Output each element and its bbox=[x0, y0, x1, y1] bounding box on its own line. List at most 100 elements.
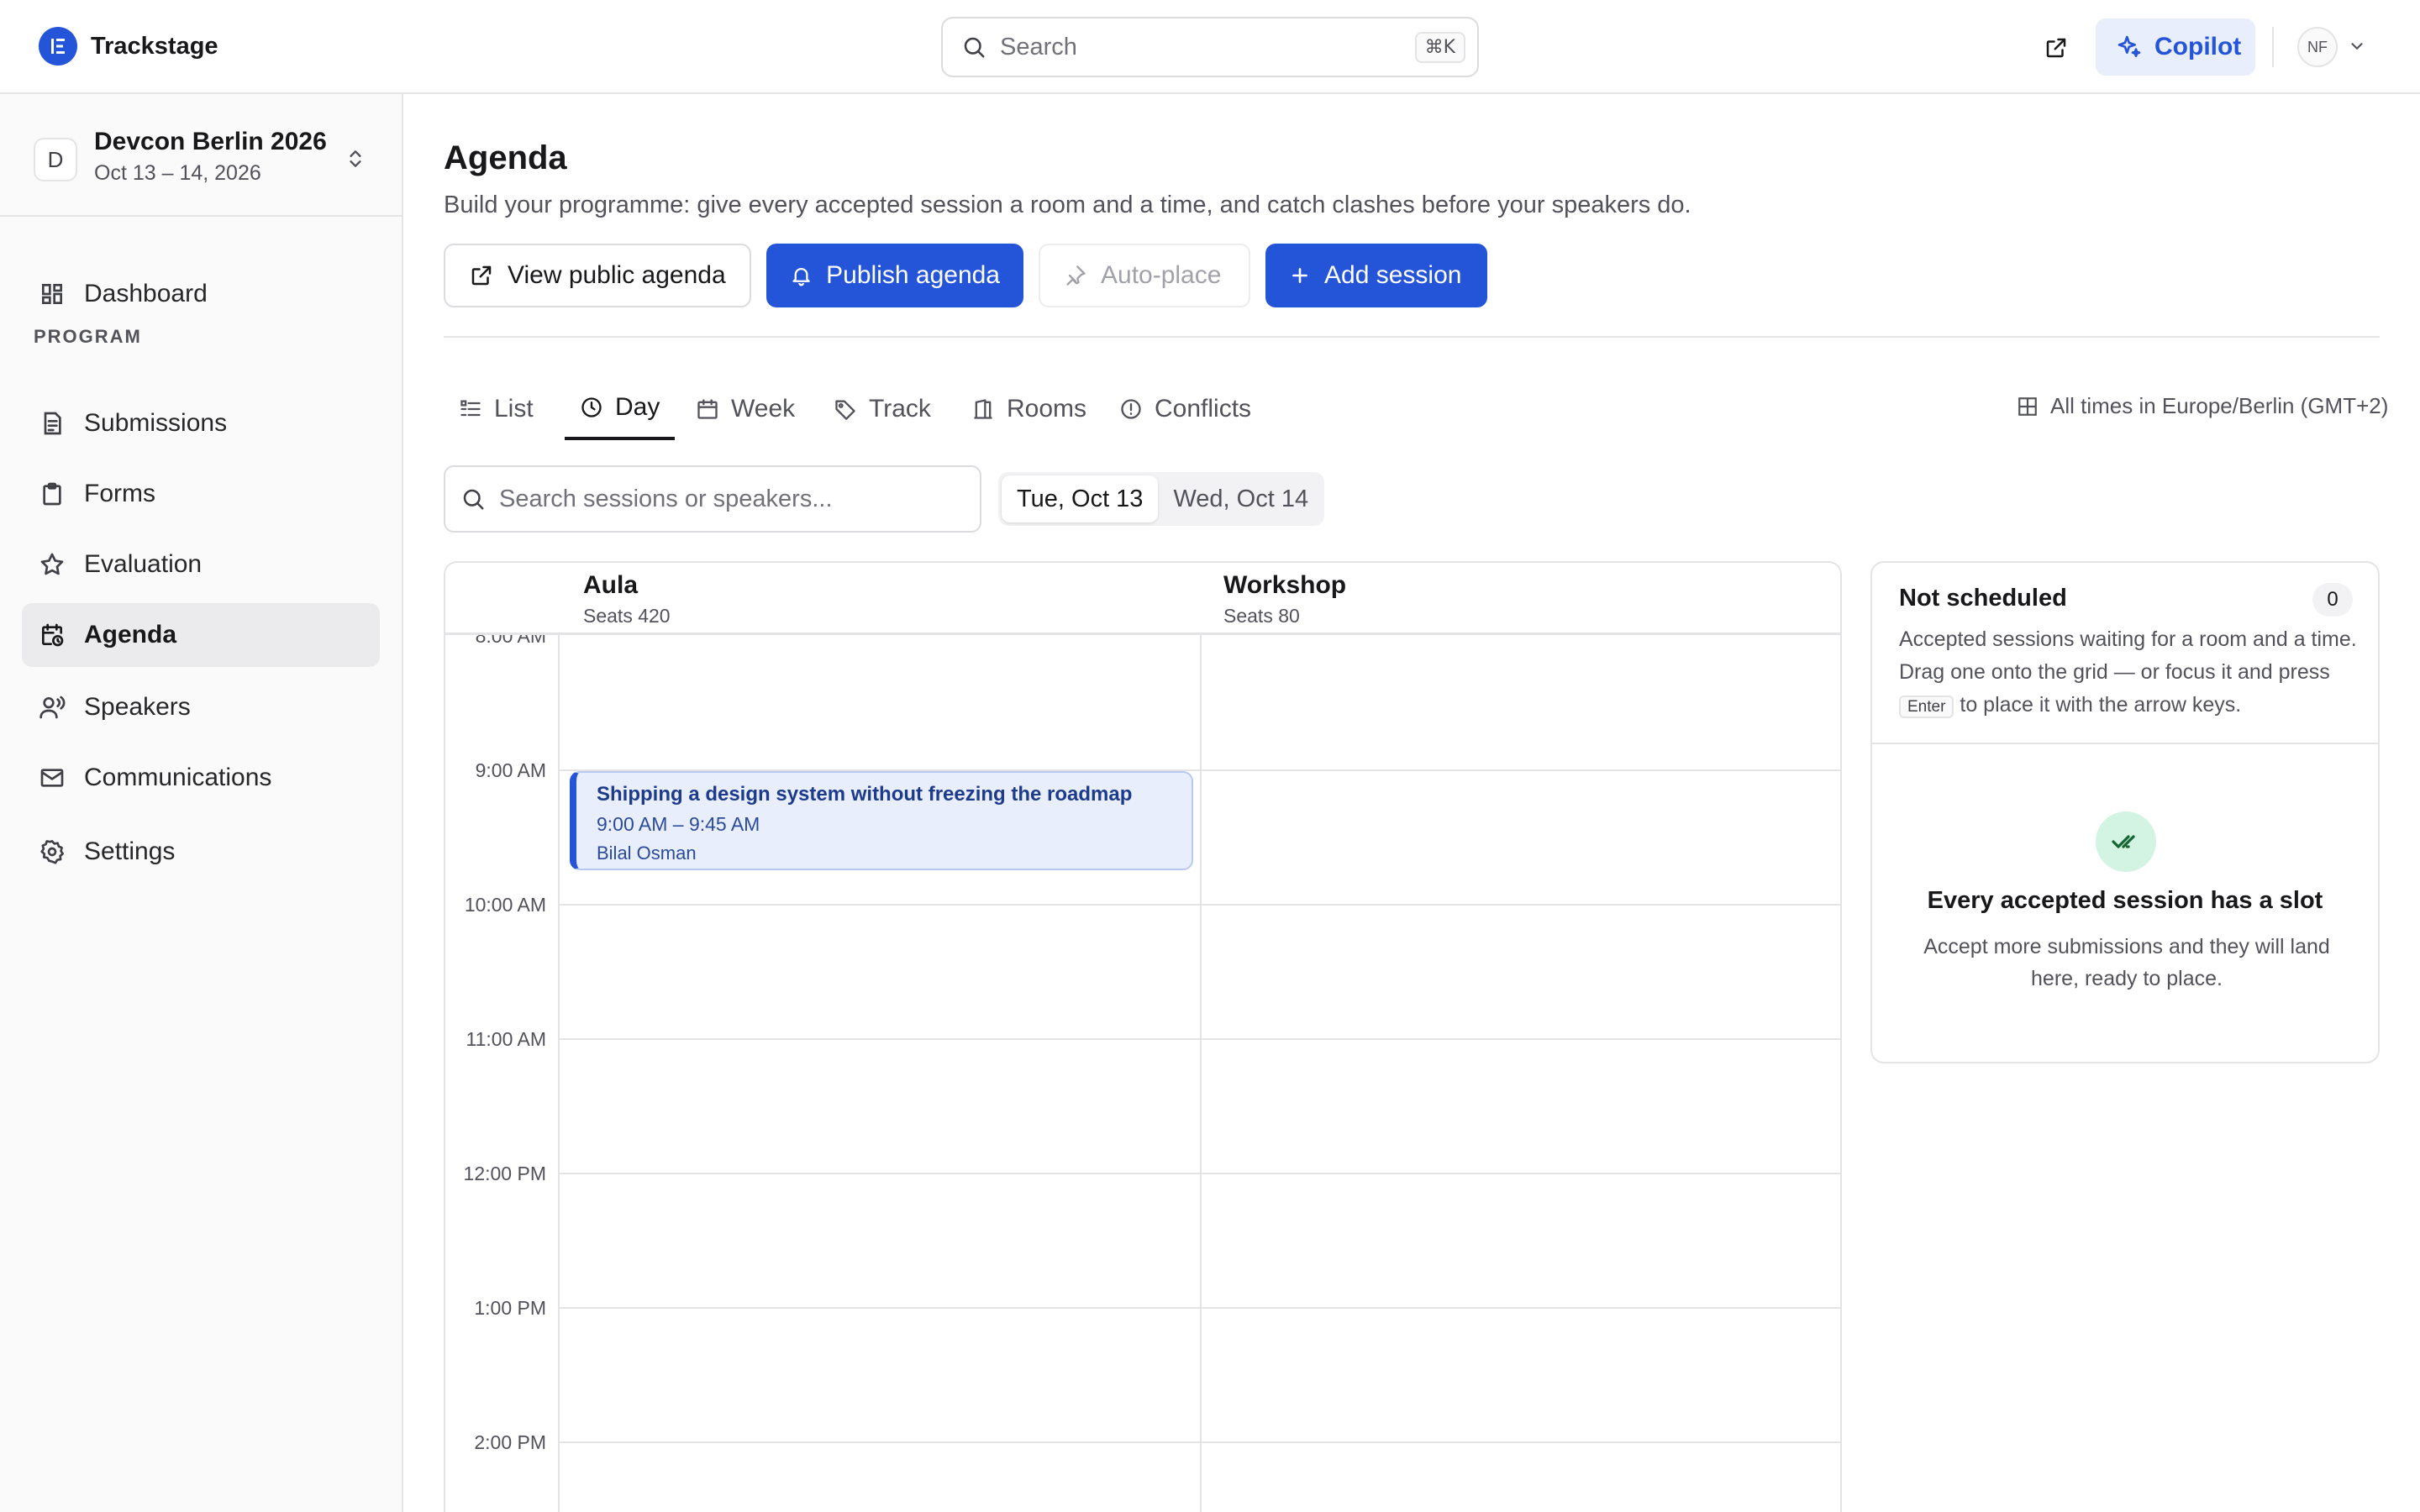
view-public-agenda-button[interactable]: View public agenda bbox=[444, 244, 751, 307]
sidebar: D Devcon Berlin 2026 Oct 13 – 14, 2026 D… bbox=[0, 94, 403, 1512]
user-avatar[interactable]: NF bbox=[2297, 27, 2338, 67]
plus-icon bbox=[1292, 268, 1307, 283]
app-name: Trackstage bbox=[91, 32, 218, 60]
sidebar-item-evaluation[interactable]: Evaluation bbox=[22, 533, 380, 596]
clipboard-icon bbox=[43, 482, 61, 506]
sidebar-item-submissions[interactable]: Submissions bbox=[22, 391, 380, 455]
sidebar-item-label: Submissions bbox=[84, 409, 228, 437]
all-scheduled-badge bbox=[2096, 811, 2156, 872]
publish-agenda-button[interactable]: Publish agenda bbox=[766, 244, 1023, 307]
tab-label: Conflicts bbox=[1155, 395, 1252, 423]
copilot-button[interactable]: Copilot bbox=[2096, 18, 2255, 76]
sidebar-item-agenda[interactable]: Agenda bbox=[22, 603, 380, 667]
tab-label: Track bbox=[869, 395, 931, 423]
sidebar-item-label: Communications bbox=[84, 764, 272, 791]
search-shortcut: ⌘K bbox=[1414, 31, 1465, 63]
button-label: Auto-place bbox=[1101, 261, 1222, 289]
sparkles-icon bbox=[2118, 35, 2141, 57]
panel-title: Not scheduled bbox=[1899, 585, 2067, 612]
sidebar-item-dashboard[interactable]: Dashboard bbox=[22, 262, 380, 326]
time-column-divider bbox=[558, 563, 560, 1512]
empty-state-title: Every accepted session has a slot bbox=[1927, 887, 2323, 914]
sidebar-item-forms[interactable]: Forms bbox=[22, 462, 380, 526]
timezone-note: All times in Europe/Berlin (GMT+2) bbox=[2017, 393, 2388, 419]
chevron-down-icon[interactable] bbox=[2348, 37, 2366, 55]
session-time: 9:00 AM – 9:45 AM bbox=[597, 813, 760, 835]
unscheduled-count-badge: 0 bbox=[2312, 583, 2353, 617]
session-card[interactable]: Shipping a design system without freezin… bbox=[570, 771, 1193, 870]
divider bbox=[444, 336, 2380, 338]
event-name: Devcon Berlin 2026 bbox=[94, 128, 327, 155]
button-label: Publish agenda bbox=[826, 261, 1000, 289]
nav-section-heading: PROGRAM bbox=[34, 326, 142, 347]
tab-rooms[interactable]: Rooms bbox=[956, 378, 1102, 440]
sidebar-item-label: Forms bbox=[84, 480, 155, 507]
button-label: Add session bbox=[1324, 261, 1462, 289]
divider bbox=[0, 215, 402, 217]
tab-day[interactable]: Day bbox=[565, 378, 676, 440]
room-header-workshop: Workshop Seats 80 bbox=[1202, 563, 1840, 635]
sidebar-item-label: Dashboard bbox=[84, 280, 208, 307]
button-label: View public agenda bbox=[508, 261, 726, 289]
day-option-tue[interactable]: Tue, Oct 13 bbox=[1002, 475, 1159, 522]
session-search-input[interactable]: Search sessions or speakers... bbox=[444, 465, 981, 533]
list-icon bbox=[460, 400, 481, 417]
submissions-icon bbox=[44, 412, 61, 435]
tab-week[interactable]: Week bbox=[681, 378, 810, 440]
room-name: Aula bbox=[583, 571, 639, 599]
tab-label: List bbox=[494, 395, 534, 423]
timezone-label: All times in Europe/Berlin (GMT+2) bbox=[2050, 393, 2389, 418]
event-initial-badge: D bbox=[34, 138, 77, 181]
calendar-clock-icon bbox=[42, 623, 64, 647]
empty-state-description: Accept more submissions and they will la… bbox=[1923, 935, 2330, 990]
dashboard-icon bbox=[41, 284, 62, 304]
room-seats: Seats 80 bbox=[1223, 605, 1300, 627]
open-external-button[interactable] bbox=[2039, 30, 2074, 66]
panel-desc-text: to place it with the arrow keys. bbox=[1960, 693, 2242, 717]
not-scheduled-panel: Not scheduled 0 Accepted sessions waitin… bbox=[1870, 561, 2380, 1063]
search-placeholder: Search bbox=[1000, 33, 1077, 60]
panel-desc-text: Accepted sessions waiting for a room and… bbox=[1899, 627, 2357, 684]
tag-icon bbox=[835, 400, 855, 420]
day-option-wed[interactable]: Wed, Oct 14 bbox=[1158, 475, 1323, 522]
star-icon bbox=[40, 553, 64, 575]
tab-list[interactable]: List bbox=[444, 378, 549, 440]
hour-label: 1:00 PM bbox=[474, 1297, 546, 1319]
chevrons-up-down-icon bbox=[350, 150, 361, 167]
sidebar-item-communications[interactable]: Communications bbox=[22, 746, 380, 810]
double-check-icon bbox=[2112, 835, 2135, 848]
calendar-icon bbox=[697, 399, 718, 419]
hour-label: 11:00 AM bbox=[466, 1028, 546, 1050]
bell-icon bbox=[792, 267, 810, 286]
tab-label: Day bbox=[615, 393, 660, 421]
divider bbox=[1872, 743, 2378, 744]
sidebar-item-settings[interactable]: Settings bbox=[22, 820, 380, 884]
room-name: Workshop bbox=[1223, 571, 1347, 599]
sidebar-item-speakers[interactable]: Speakers bbox=[22, 675, 380, 739]
add-session-button[interactable]: Add session bbox=[1265, 244, 1487, 307]
external-link-icon bbox=[2046, 38, 2066, 58]
tab-label: Rooms bbox=[1007, 395, 1087, 423]
auto-place-button[interactable]: Auto-place bbox=[1039, 244, 1250, 307]
speaker-icon bbox=[39, 696, 66, 719]
page-subtitle: Build your programme: give every accepte… bbox=[444, 192, 1691, 218]
schedule-grid: Aula Seats 420 Workshop Seats 80 8:00 AM… bbox=[444, 561, 1842, 1512]
event-switcher[interactable]: D Devcon Berlin 2026 Oct 13 – 14, 2026 bbox=[34, 128, 378, 203]
mail-icon bbox=[40, 769, 64, 787]
session-speaker: Bilal Osman bbox=[597, 843, 697, 864]
hour-label: 9:00 AM bbox=[475, 759, 546, 781]
sidebar-item-label: Settings bbox=[84, 837, 176, 865]
hour-label: 10:00 AM bbox=[464, 894, 546, 916]
room-header-aula: Aula Seats 420 bbox=[561, 563, 1202, 635]
tab-conflicts[interactable]: Conflicts bbox=[1104, 378, 1266, 440]
sidebar-item-label: Agenda bbox=[84, 621, 177, 648]
global-search-input[interactable]: Search ⌘K bbox=[941, 17, 1479, 77]
hour-label: 2:00 PM bbox=[474, 1431, 546, 1453]
brand[interactable]: Trackstage bbox=[39, 27, 218, 66]
gear-icon bbox=[40, 840, 64, 864]
event-dates: Oct 13 – 14, 2026 bbox=[94, 161, 261, 185]
grid-icon bbox=[2018, 396, 2037, 416]
tab-track[interactable]: Track bbox=[818, 378, 946, 440]
copilot-label: Copilot bbox=[2154, 33, 2242, 60]
room-column-divider bbox=[1840, 563, 1842, 1512]
